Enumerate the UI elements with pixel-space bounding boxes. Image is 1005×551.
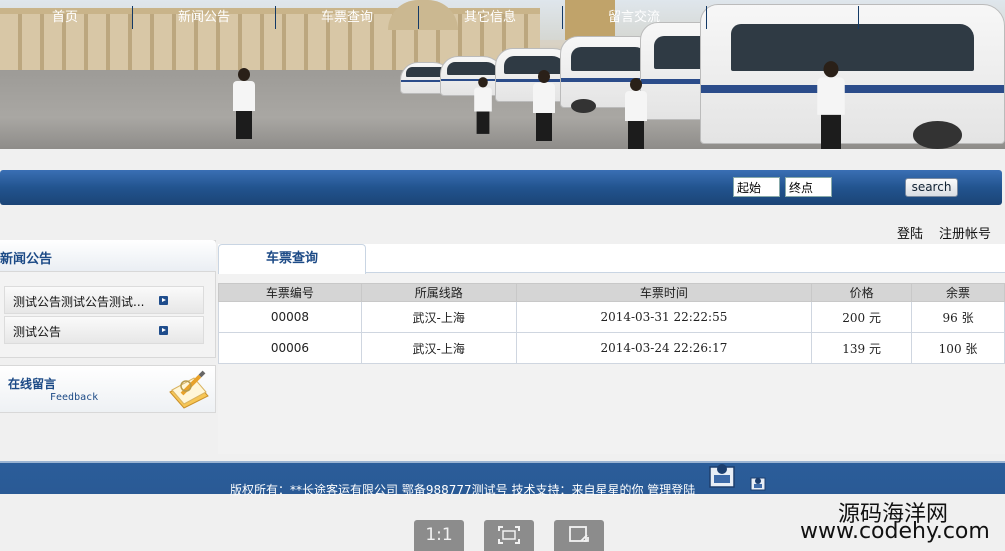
footer-copyright: 版权所有：**长途客运有限公司 鄂备988777测试号 技术支持：来自星星的你 … bbox=[230, 483, 696, 497]
cell-time: 2014-03-24 22:26:17 bbox=[515, 332, 813, 364]
feedback-subtitle: Feedback bbox=[50, 392, 99, 403]
driver-figure bbox=[817, 61, 845, 149]
cell-route: 武汉-上海 bbox=[360, 301, 517, 333]
zoom-actual-size-button[interactable]: 1:1 bbox=[414, 520, 464, 551]
table-row[interactable]: 00006 武汉-上海 2014-03-24 22:26:17 139 元 10… bbox=[218, 332, 1005, 364]
news-sidebar-title: 新闻公告 bbox=[0, 252, 53, 267]
arrow-right-icon bbox=[159, 296, 168, 305]
driver-figure bbox=[233, 68, 255, 139]
col-header-route: 所属线路 bbox=[360, 283, 517, 302]
news-item-label: 测试公告 bbox=[13, 325, 62, 339]
admin-login-icon[interactable] bbox=[708, 461, 736, 491]
driver-figure bbox=[533, 70, 555, 141]
cell-time: 2014-03-31 22:22:55 bbox=[515, 301, 813, 333]
register-link[interactable]: 注册帐号 bbox=[939, 223, 991, 242]
cell-ticket-no: 00006 bbox=[218, 332, 362, 364]
table-row[interactable]: 00008 武汉-上海 2014-03-31 22:22:55 200 元 96… bbox=[218, 301, 1005, 333]
cell-price: 200 元 bbox=[811, 301, 913, 333]
ticket-table: 车票编号 所属线路 车票时间 价格 余票 00008 武汉-上海 2014-03… bbox=[218, 283, 1005, 364]
col-header-remaining: 余票 bbox=[911, 283, 1005, 302]
col-header-ticket-no: 车票编号 bbox=[218, 283, 362, 302]
nav-divider bbox=[132, 6, 133, 29]
driver-figure bbox=[625, 78, 647, 149]
driver-figure bbox=[474, 77, 492, 134]
login-link[interactable]: 登陆 bbox=[897, 223, 923, 242]
nav-home[interactable]: 首页 bbox=[0, 0, 130, 35]
feedback-link[interactable]: 在线留言 Feedback bbox=[0, 365, 216, 413]
nav-other-info[interactable]: 其它信息 bbox=[420, 0, 560, 35]
news-item[interactable]: 测试公告测试公告测试... bbox=[4, 286, 204, 314]
nav-divider bbox=[706, 6, 707, 29]
cell-price: 139 元 bbox=[811, 332, 913, 364]
notepad-pencil-icon bbox=[169, 370, 209, 409]
nav-messages[interactable]: 留言交流 bbox=[564, 0, 704, 35]
from-station-input[interactable] bbox=[733, 177, 780, 197]
tab-ticket-query[interactable]: 车票查询 bbox=[218, 244, 366, 274]
col-header-price: 价格 bbox=[811, 283, 913, 302]
bus-image bbox=[700, 4, 1005, 149]
news-item[interactable]: 测试公告 bbox=[4, 316, 204, 344]
nav-ticket-query[interactable]: 车票查询 bbox=[277, 0, 417, 35]
news-sidebar-header: 新闻公告 bbox=[0, 240, 216, 272]
search-button[interactable]: search bbox=[905, 178, 958, 197]
nav-divider bbox=[418, 6, 419, 29]
arrow-right-icon bbox=[159, 326, 168, 335]
main-nav bbox=[0, 170, 1002, 205]
to-station-input[interactable] bbox=[785, 177, 832, 197]
cell-remaining: 100 张 bbox=[911, 332, 1005, 364]
fit-screen-icon bbox=[498, 526, 520, 544]
nav-news[interactable]: 新闻公告 bbox=[134, 0, 274, 35]
cell-remaining: 96 张 bbox=[911, 301, 1005, 333]
fit-screen-button[interactable] bbox=[484, 520, 534, 551]
news-item-label: 测试公告测试公告测试... bbox=[13, 295, 145, 309]
cell-route: 武汉-上海 bbox=[360, 332, 517, 364]
page-footer: 版权所有：**长途客运有限公司 鄂备988777测试号 技术支持：来自星星的你 … bbox=[0, 461, 1005, 497]
nav-divider bbox=[858, 6, 859, 29]
download-button[interactable] bbox=[554, 520, 604, 551]
watermark-url: www.codehy.com bbox=[800, 519, 990, 544]
table-header-row: 车票编号 所属线路 车票时间 价格 余票 bbox=[218, 283, 1005, 302]
feedback-title: 在线留言 bbox=[8, 377, 57, 391]
cell-ticket-no: 00008 bbox=[218, 301, 362, 333]
save-image-icon bbox=[569, 526, 589, 542]
nav-divider bbox=[275, 6, 276, 29]
col-header-time: 车票时间 bbox=[515, 283, 813, 302]
nav-divider bbox=[562, 6, 563, 29]
user-icon[interactable] bbox=[750, 475, 766, 491]
